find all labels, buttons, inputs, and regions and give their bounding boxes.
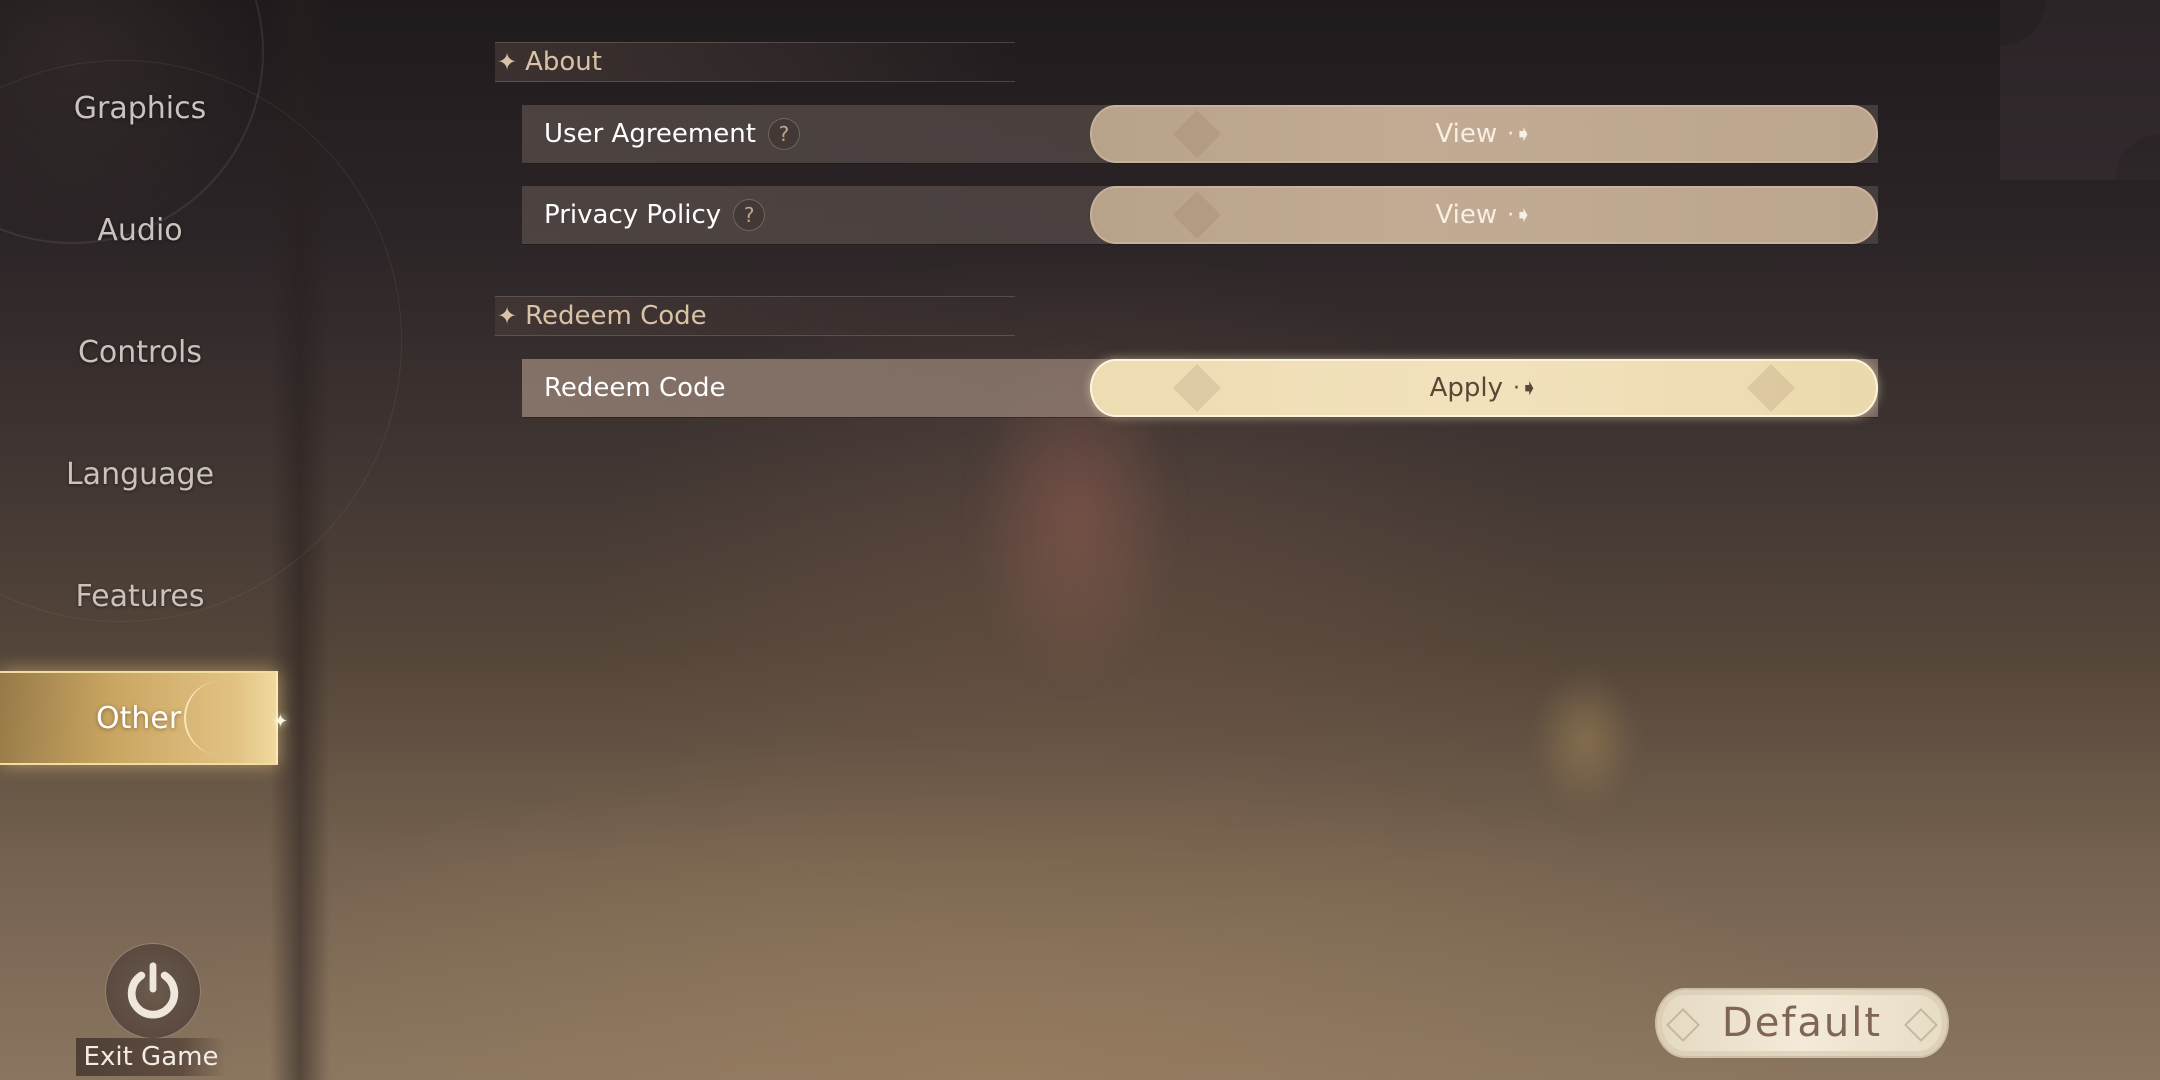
- button-label: View: [1435, 200, 1498, 230]
- row-label: Privacy Policy: [544, 200, 722, 230]
- help-icon[interactable]: ?: [767, 118, 800, 150]
- exit-game-button[interactable]: Exit Game: [76, 938, 228, 1080]
- active-tab-ornament: [184, 681, 256, 755]
- view-privacy-policy-button[interactable]: View ·➧: [1090, 186, 1878, 244]
- exit-game-label: Exit Game: [76, 1038, 226, 1076]
- row-label-container: Privacy Policy ?: [544, 186, 766, 244]
- power-icon: [105, 943, 201, 1039]
- sidebar-item-label: Language: [65, 456, 215, 492]
- row-label-container: User Agreement ?: [544, 105, 800, 163]
- sidebar-item-audio[interactable]: Audio: [0, 182, 280, 278]
- default-button-label: Default: [1721, 1000, 1883, 1046]
- row-label-container: Redeem Code: [544, 359, 726, 417]
- default-button[interactable]: Default: [1655, 988, 1949, 1058]
- background-tiles: [2000, 0, 2160, 180]
- sidebar-item-graphics[interactable]: Graphics: [0, 60, 280, 156]
- sidebar-item-features[interactable]: Features: [0, 548, 280, 644]
- settings-row-user-agreement: User Agreement ? View ·➧: [522, 105, 1878, 163]
- button-label: View: [1435, 119, 1498, 149]
- diamond-ornament: [1746, 363, 1796, 413]
- diamond-ornament: [1172, 363, 1222, 413]
- sidebar-item-label: Graphics: [73, 90, 207, 126]
- section-title: About: [525, 47, 602, 77]
- button-label: Apply: [1429, 373, 1503, 403]
- sidebar-item-controls[interactable]: Controls: [0, 304, 280, 400]
- section-title: Redeem Code: [525, 301, 707, 331]
- ornament-left: [1666, 1008, 1700, 1042]
- sidebar-item-label: Controls: [77, 334, 203, 370]
- sparkle-icon: ✦: [272, 711, 288, 732]
- diamond-ornament: [1172, 109, 1222, 159]
- sidebar-item-label: Audio: [97, 212, 183, 248]
- sidebar-item-label: Features: [75, 578, 205, 614]
- apply-redeem-code-button[interactable]: Apply ·➧: [1090, 359, 1878, 417]
- sparkle-star-icon: ✦: [497, 48, 518, 76]
- settings-sidebar: Graphics Audio Controls Language Feature…: [0, 0, 288, 1080]
- arrow-right-icon: ·➧: [1507, 121, 1533, 147]
- settings-row-redeem-code: Redeem Code Apply ·➧: [522, 359, 1878, 417]
- sidebar-item-other[interactable]: Other ✦: [0, 671, 288, 765]
- sparkle-star-icon: ✦: [497, 302, 518, 330]
- row-label: User Agreement: [544, 119, 756, 149]
- diamond-ornament: [1172, 190, 1222, 240]
- arrow-right-icon: ·➧: [1512, 375, 1539, 401]
- section-header-redeem-code: ✦ Redeem Code: [495, 296, 1015, 336]
- sidebar-item-language[interactable]: Language: [0, 426, 280, 522]
- help-icon[interactable]: ?: [733, 199, 766, 231]
- sidebar-item-label: Other: [96, 700, 182, 736]
- background-pet: [1510, 640, 1660, 840]
- view-user-agreement-button[interactable]: View ·➧: [1090, 105, 1878, 163]
- arrow-right-icon: ·➧: [1507, 202, 1533, 228]
- section-header-about: ✦ About: [495, 42, 1015, 82]
- row-label: Redeem Code: [544, 373, 726, 403]
- ornament-right: [1904, 1008, 1938, 1042]
- settings-row-privacy-policy: Privacy Policy ? View ·➧: [522, 186, 1878, 244]
